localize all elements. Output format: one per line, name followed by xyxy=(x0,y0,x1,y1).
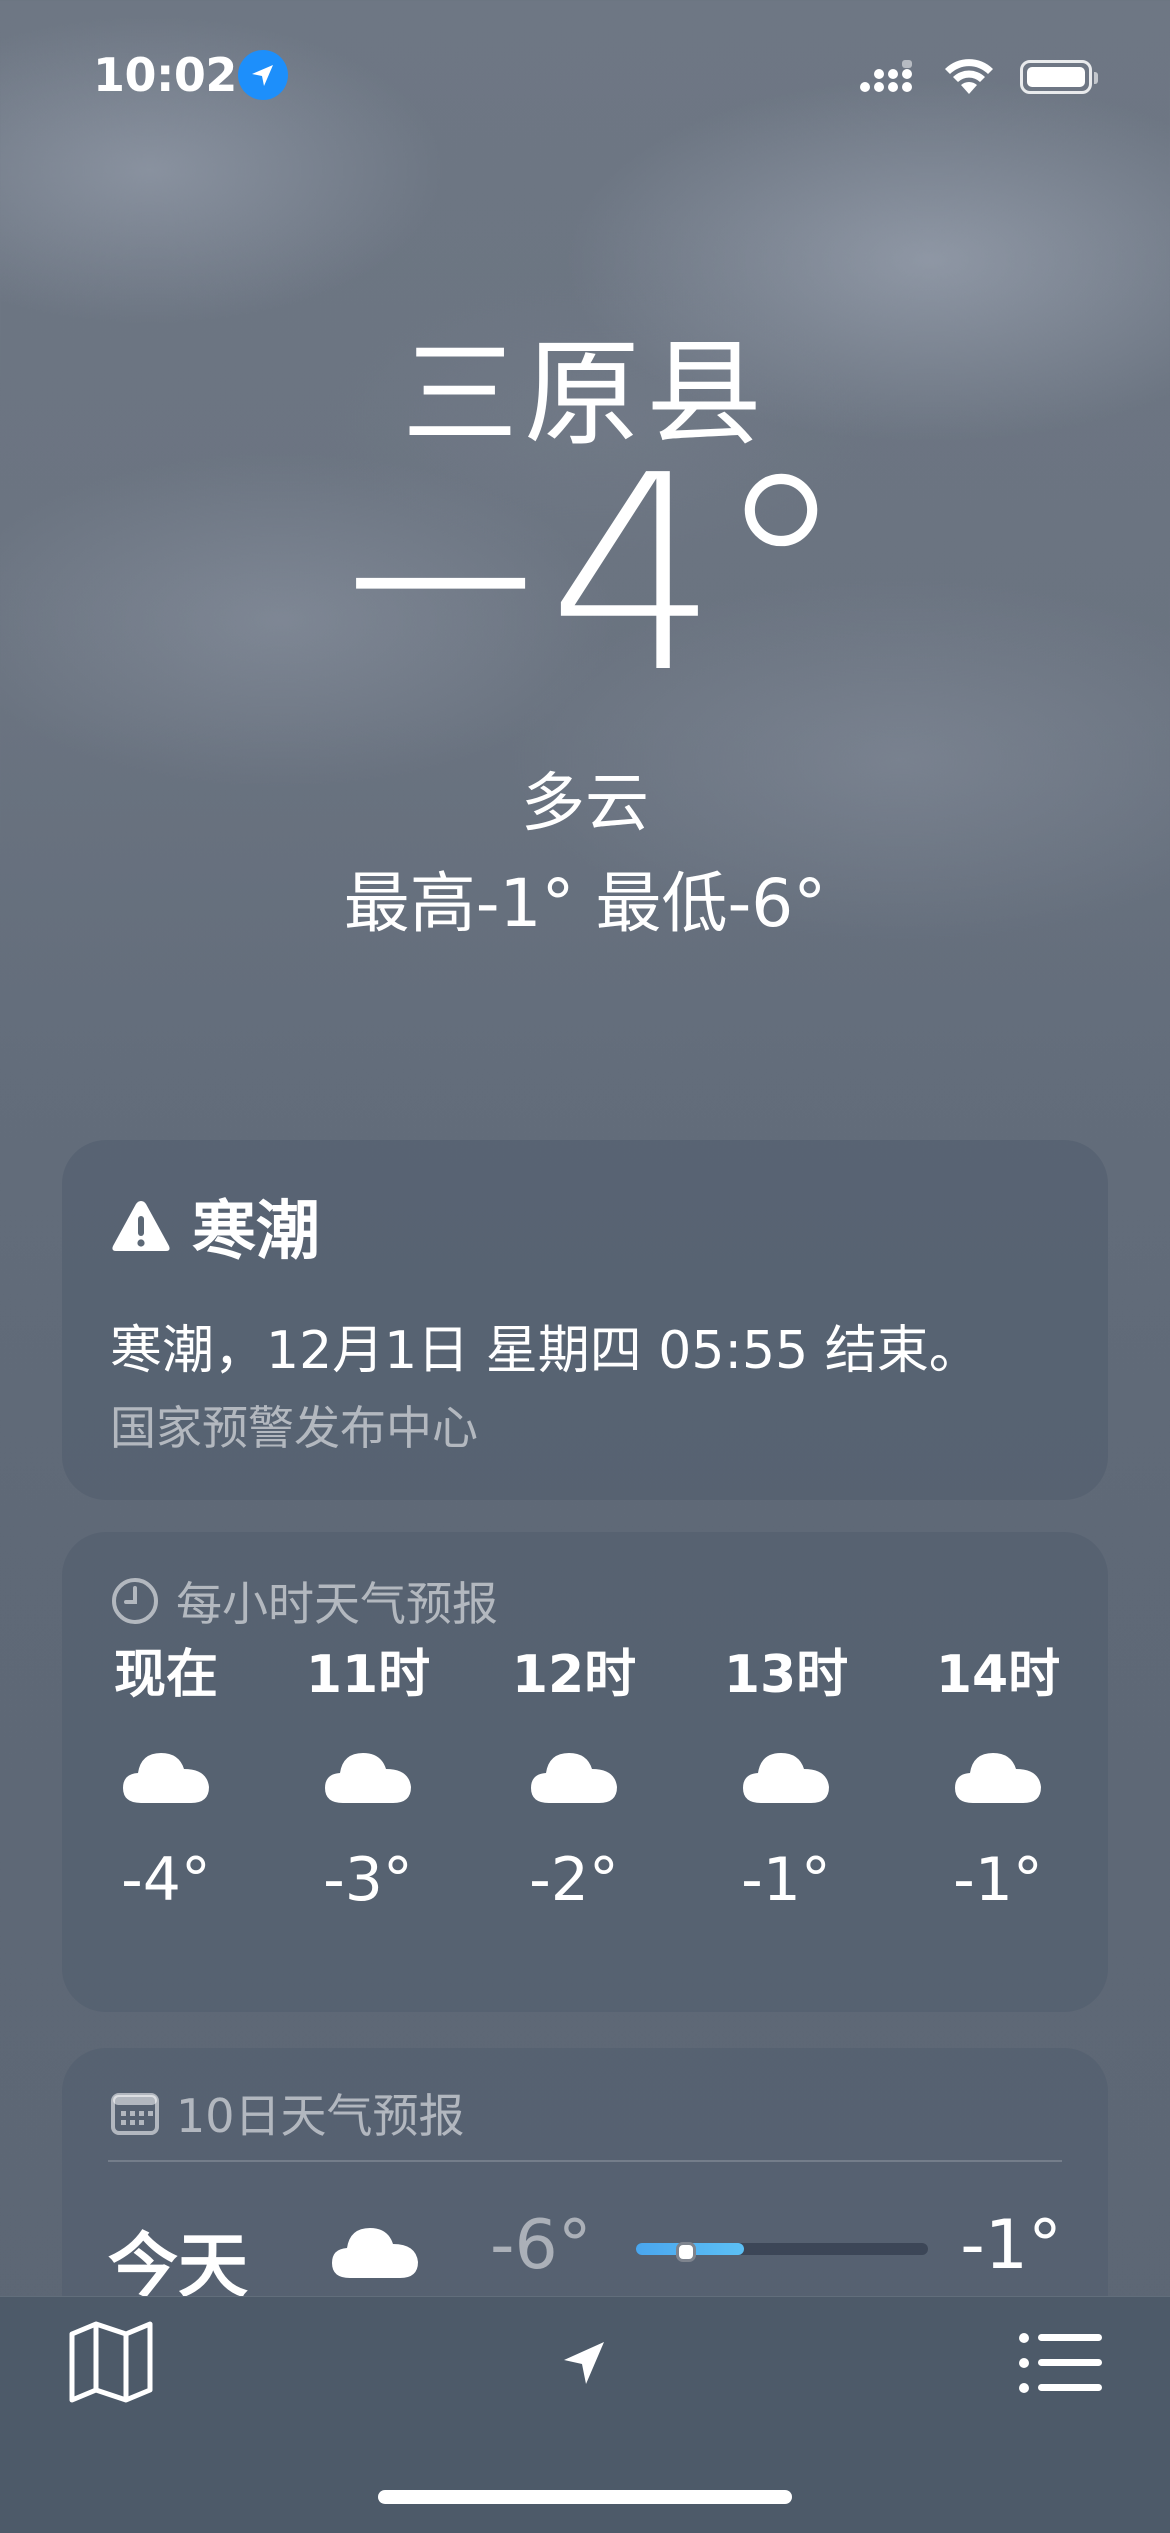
status-indicators xyxy=(858,52,1098,102)
cloud-icon xyxy=(330,2220,420,2284)
day-high-temperature: -1° xyxy=(960,2206,1062,2285)
calendar-icon xyxy=(111,2093,159,2135)
warning-icon xyxy=(112,1201,170,1251)
alert-header: 寒潮 xyxy=(110,1180,320,1272)
cellular-signal-icon xyxy=(860,60,912,92)
hour-label: 现在 xyxy=(113,1645,218,1705)
hour-label: 14时 xyxy=(935,1645,1061,1705)
status-time: 10:02 xyxy=(93,48,237,102)
alert-description: 寒潮，12月1日 星期四 05:55 结束。 xyxy=(110,1321,981,1381)
hour-temperature: -1° xyxy=(741,1845,831,1915)
current-temperature-marker xyxy=(676,2242,696,2262)
daily-forecast-header: 10日天气预报 xyxy=(110,2080,465,2146)
cloud-icon xyxy=(268,1710,468,1840)
high-low-temperature: 最高-1° 最低-6° xyxy=(343,865,827,942)
location-arrow-icon xyxy=(564,2342,604,2384)
hourly-forecast-header: 每小时天气预报 xyxy=(110,1568,498,1634)
cloud-icon xyxy=(474,1710,674,1840)
hour-temperature: -2° xyxy=(529,1845,619,1915)
hour-label: 12时 xyxy=(511,1645,637,1705)
home-indicator[interactable] xyxy=(378,2490,792,2504)
hourly-item: 14时 -1° xyxy=(898,1640,1098,1920)
day-low-temperature: -6° xyxy=(490,2206,592,2285)
hourly-item: 13时 -1° xyxy=(686,1640,886,1920)
hour-label: 11时 xyxy=(305,1645,431,1705)
location-active-icon xyxy=(238,50,288,100)
hour-temperature: -3° xyxy=(323,1845,413,1915)
hourly-item: 11时 -3° xyxy=(268,1640,468,1920)
wifi-icon xyxy=(945,59,993,94)
current-condition: 多云 xyxy=(521,767,649,841)
cloud-icon xyxy=(66,1710,266,1840)
map-button[interactable] xyxy=(68,2320,154,2408)
daily-forecast-title: 10日天气预报 xyxy=(176,2089,465,2143)
cloud-icon xyxy=(686,1710,886,1840)
hourly-item: 12时 -2° xyxy=(474,1640,674,1920)
location-list-button[interactable] xyxy=(1018,2330,1104,2400)
cloud-icon xyxy=(898,1710,1098,1840)
list-icon xyxy=(1019,2333,1102,2393)
hour-label: 13时 xyxy=(723,1645,849,1705)
hourly-forecast-title: 每小时天气预报 xyxy=(176,1577,498,1631)
clock-icon xyxy=(112,1578,158,1624)
my-location-button[interactable] xyxy=(560,2338,610,2392)
map-icon xyxy=(69,2321,153,2403)
alert-source: 国家预警发布中心 xyxy=(110,1401,478,1455)
current-temperature: −4° xyxy=(327,417,848,732)
divider xyxy=(108,2160,1062,2162)
alert-title: 寒潮 xyxy=(192,1195,320,1269)
hourly-item: 现在 -4° xyxy=(66,1640,266,1920)
hour-temperature: -4° xyxy=(121,1845,211,1915)
battery-icon xyxy=(1020,60,1098,94)
hour-temperature: -1° xyxy=(953,1845,1043,1915)
